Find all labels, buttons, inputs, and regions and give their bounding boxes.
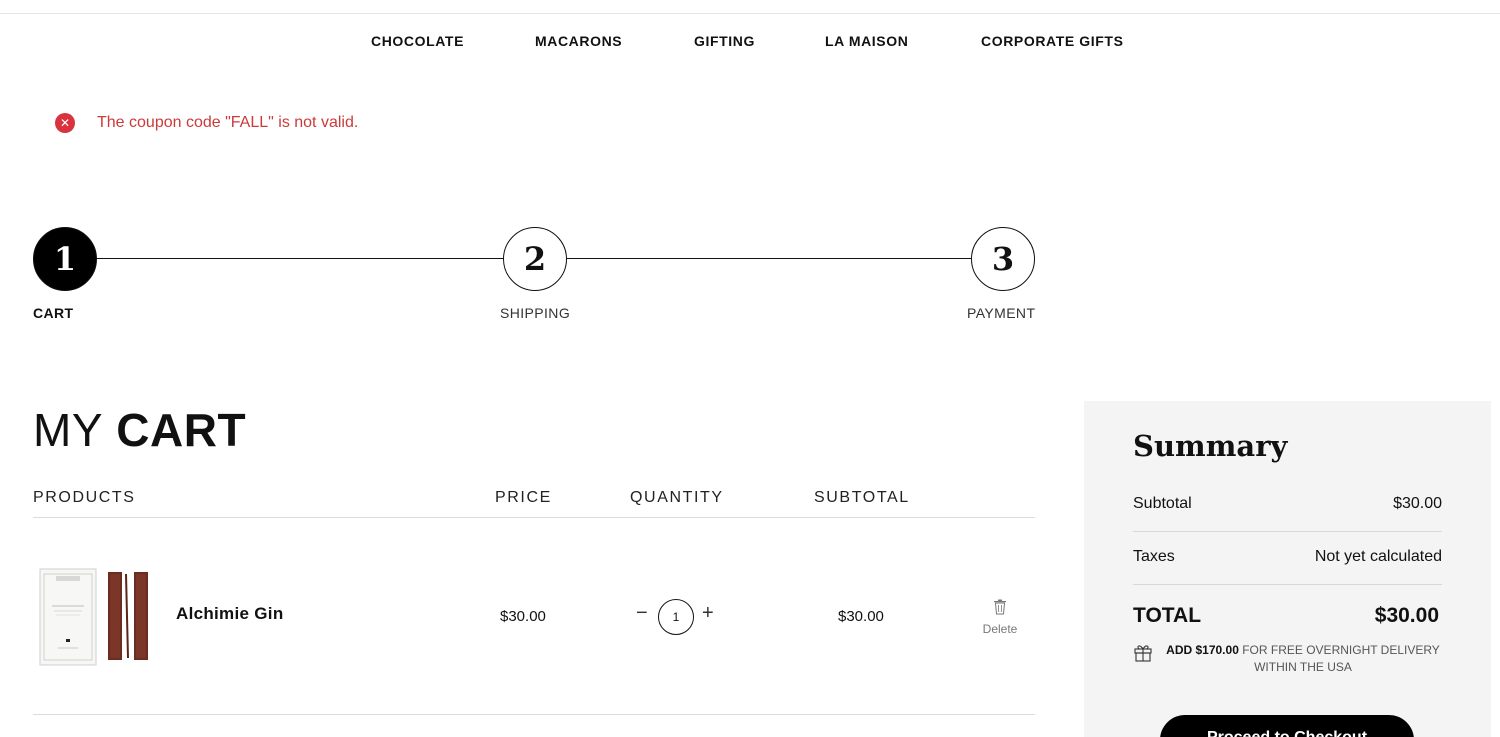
header-divider: [0, 13, 1500, 14]
trash-icon: [994, 599, 1006, 615]
nav-item-macarons[interactable]: MACARONS: [535, 33, 622, 49]
quantity-increase-button[interactable]: +: [702, 602, 714, 625]
free-delivery-text: ADD $170.00 FOR FREE OVERNIGHT DELIVERY …: [1163, 642, 1443, 676]
free-delivery-message: FOR FREE OVERNIGHT DELIVERY WITHIN THE U…: [1242, 643, 1440, 674]
summary-taxes-value: Not yet calculated: [1314, 548, 1442, 565]
summary-divider: [1133, 531, 1442, 532]
column-header-subtotal: SUBTOTAL: [814, 489, 910, 506]
main-nav: CHOCOLATE MACARONS GIFTING LA MAISON COR…: [0, 33, 1500, 51]
nav-item-la-maison[interactable]: LA MAISON: [825, 33, 908, 49]
summary-taxes-label: Taxes: [1133, 548, 1175, 565]
free-delivery-amount: ADD $170.00: [1166, 643, 1239, 657]
nav-item-chocolate[interactable]: CHOCOLATE: [371, 33, 464, 49]
column-header-price: PRICE: [495, 489, 552, 506]
nav-item-gifting[interactable]: GIFTING: [694, 33, 755, 49]
step-shipping-circle: 2: [503, 227, 567, 291]
table-row-divider: [33, 714, 1035, 715]
gift-icon: [1134, 645, 1152, 662]
free-delivery-promo: ADD $170.00 FOR FREE OVERNIGHT DELIVERY …: [1133, 642, 1444, 676]
order-summary-panel: Summary Subtotal $30.00 Taxes Not yet ca…: [1084, 401, 1491, 737]
step-cart-circle: 1: [33, 227, 97, 291]
step-payment-circle: 3: [971, 227, 1035, 291]
column-header-quantity: QUANTITY: [630, 489, 724, 506]
summary-title: Summary: [1133, 429, 1288, 463]
summary-total-row: TOTAL $30.00: [1133, 604, 1439, 628]
step-payment-label: PAYMENT: [967, 305, 1036, 321]
quantity-decrease-button[interactable]: −: [636, 602, 648, 625]
step-shipping-label: SHIPPING: [500, 305, 571, 321]
delete-button[interactable]: Delete: [978, 599, 1022, 636]
product-price: $30.00: [500, 608, 546, 625]
nav-item-corporate-gifts[interactable]: CORPORATE GIFTS: [981, 33, 1124, 49]
quantity-input[interactable]: 1: [658, 599, 694, 635]
summary-total-label: TOTAL: [1133, 604, 1202, 627]
coupon-error-alert: ✕ The coupon code "FALL" is not valid.: [55, 113, 358, 133]
page-title-light: MY: [33, 404, 103, 456]
summary-taxes-row: Taxes Not yet calculated: [1133, 548, 1442, 566]
product-name-link[interactable]: Alchimie Gin: [176, 604, 284, 624]
proceed-to-checkout-button[interactable]: Proceed to Checkout: [1160, 715, 1414, 737]
step-connector-2: [566, 258, 972, 259]
step-connector-1: [96, 258, 504, 259]
page-title-bold: CART: [116, 404, 247, 456]
delete-label: Delete: [982, 622, 1018, 636]
summary-subtotal-value: $30.00: [1393, 495, 1442, 512]
product-subtotal: $30.00: [838, 608, 884, 625]
column-header-products: PRODUCTS: [33, 489, 136, 506]
step-cart-label: CART: [33, 305, 74, 321]
product-image[interactable]: [38, 566, 150, 668]
page-title: MY CART: [33, 403, 246, 457]
error-x-icon: ✕: [55, 113, 75, 133]
summary-subtotal-label: Subtotal: [1133, 495, 1192, 512]
summary-total-value: $30.00: [1374, 604, 1439, 627]
summary-subtotal-row: Subtotal $30.00: [1133, 495, 1442, 513]
coupon-error-message: The coupon code "FALL" is not valid.: [97, 114, 359, 131]
table-header-divider: [33, 517, 1035, 518]
summary-divider: [1133, 584, 1442, 585]
